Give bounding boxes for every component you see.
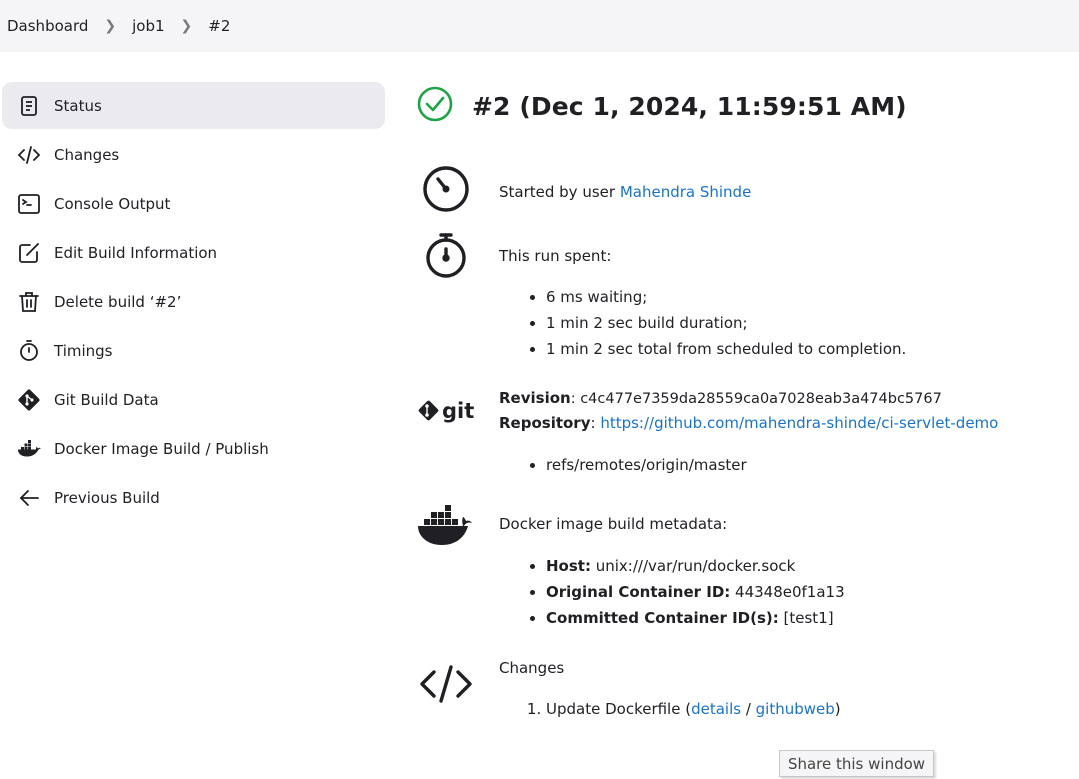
chevron-right-icon: ❯ [104,18,117,34]
docker-icon [16,436,42,462]
edit-icon [16,240,42,266]
breadcrumb-build[interactable]: #2 [208,17,230,35]
sidebar-item-edit-build-information[interactable]: Edit Build Information [2,229,385,276]
sidebar-item-label: Previous Build [54,488,160,507]
branch-list: refs/remotes/origin/master [546,452,1059,478]
sidebar-item-delete-build[interactable]: Delete build ‘#2’ [2,278,385,325]
githubweb-link[interactable]: githubweb [756,700,835,718]
page-title: #2 (Dec 1, 2024, 11:59:51 AM) [472,91,907,121]
sidebar-item-label: Changes [54,145,120,164]
sidebar-item-status[interactable]: Status [2,82,385,129]
sidebar-item-label: Console Output [54,194,171,213]
sidebar-item-timings[interactable]: Timings [2,327,385,374]
list-item: Committed Container ID(s): [test1] [546,605,1059,631]
document-icon [16,93,42,119]
arrow-left-icon [16,485,42,511]
git-icon [16,387,42,413]
list-item: Original Container ID: 44348e0f1a13 [546,579,1059,605]
sidebar-item-console-output[interactable]: Console Output [2,180,385,227]
list-item: Host: unix:///var/run/docker.sock [546,553,1059,579]
revision-row: Revision: c4c477e7359da28559ca0a7028eab3… [499,386,1059,411]
breadcrumb-job1[interactable]: job1 [132,17,164,35]
changes-list: Update Dockerfile (details / githubweb) [546,696,1059,722]
details-link[interactable]: details [691,700,741,718]
code-icon [416,664,476,704]
trash-icon [16,289,42,315]
sidebar-item-previous-build[interactable]: Previous Build [2,474,385,521]
breadcrumb: Dashboard ❯ job1 ❯ #2 [0,0,1079,52]
docker-logo-icon [416,502,476,548]
revision-value: : c4c477e7359da28559ca0a7028eab3a474bc57… [570,391,942,407]
list-item: 6 ms waiting; [546,284,1059,310]
run-spent-list: 6 ms waiting; 1 min 2 sec build duration… [546,284,1059,362]
run-spent-heading: This run spent: [499,247,612,265]
list-item: 1 min 2 sec total from scheduled to comp… [546,336,1059,362]
code-icon [16,142,42,168]
git-logo-icon: git [416,397,476,425]
success-check-icon [416,85,454,127]
share-window-tooltip[interactable]: Share this window [779,750,934,777]
changes-heading: Changes [499,659,565,677]
sidebar-item-changes[interactable]: Changes [2,131,385,178]
list-item: Update Dockerfile (details / githubweb) [546,696,1059,722]
list-item: 1 min 2 sec build duration; [546,310,1059,336]
sidebar-item-label: Edit Build Information [54,243,218,262]
sidebar-item-docker-image-build[interactable]: Docker Image Build / Publish [2,425,385,472]
sidebar-item-label: Timings [54,341,113,360]
sidebar-item-label: Docker Image Build / Publish [54,439,269,458]
started-by-text: Started by user [499,183,620,201]
sidebar-item-label: Git Build Data [54,390,159,409]
terminal-icon [16,191,42,217]
stopwatch-icon [416,230,476,280]
sidebar-item-label: Delete build ‘#2’ [54,292,182,311]
docker-heading: Docker image build metadata: [499,515,728,533]
page-header: #2 (Dec 1, 2024, 11:59:51 AM) [416,85,907,127]
revision-label: Revision [499,389,571,407]
breadcrumb-dashboard[interactable]: Dashboard [7,17,88,35]
docker-metadata-list: Host: unix:///var/run/docker.sock Origin… [546,553,1059,631]
clock-icon [416,164,476,214]
sidebar: Status Changes Console Output Edit Build… [2,82,385,523]
sidebar-item-label: Status [54,96,102,115]
sidebar-item-git-build-data[interactable]: Git Build Data [2,376,385,423]
git-logo-text: git [442,399,474,423]
repository-row: Repository: https://github.com/mahendra-… [499,414,999,432]
repository-link[interactable]: https://github.com/mahendra-shinde/ci-se… [600,414,998,432]
repository-label: Repository [499,414,591,432]
user-link[interactable]: Mahendra Shinde [620,183,751,201]
list-item: refs/remotes/origin/master [546,452,1059,478]
chevron-right-icon: ❯ [180,18,193,34]
stopwatch-icon [16,338,42,364]
